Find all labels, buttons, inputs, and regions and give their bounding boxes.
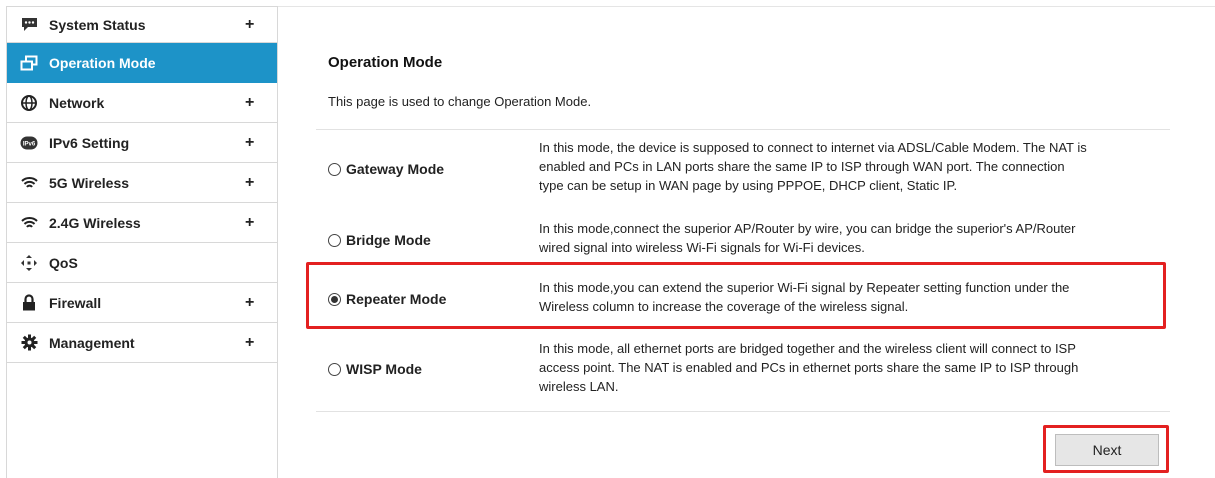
wisp-mode-radio[interactable]: WISP Mode bbox=[328, 361, 422, 377]
expand-plus-icon[interactable]: + bbox=[245, 174, 254, 192]
description-line: wired signal into wireless Wi-Fi signals… bbox=[539, 240, 865, 255]
gear-icon bbox=[20, 334, 38, 352]
page-title: Operation Mode bbox=[328, 54, 443, 71]
divider bbox=[316, 411, 1170, 412]
sidebar-item-label: IPv6 Setting bbox=[49, 134, 130, 151]
sidebar-item-firewall[interactable]: Firewall + bbox=[7, 283, 277, 323]
expand-plus-icon[interactable]: + bbox=[245, 134, 254, 152]
gateway-mode-description: In this mode, the device is supposed to … bbox=[539, 138, 1161, 195]
sidebar-item-label: QoS bbox=[49, 254, 78, 271]
arrows-icon bbox=[20, 254, 38, 272]
mode-label: Gateway Mode bbox=[346, 161, 445, 177]
sidebar-item-label: Management bbox=[49, 334, 135, 351]
repeater-highlight-box bbox=[306, 262, 1166, 329]
radio-button[interactable] bbox=[328, 362, 341, 376]
sidebar-item-network[interactable]: Network + bbox=[7, 83, 277, 123]
expand-plus-icon[interactable]: + bbox=[245, 214, 254, 232]
sidebar-item-qos[interactable]: QoS bbox=[7, 243, 277, 283]
page-description: This page is used to change Operation Mo… bbox=[328, 94, 592, 109]
mode-label: Bridge Mode bbox=[346, 232, 431, 248]
sidebar-item-operation-mode[interactable]: Operation Mode bbox=[7, 43, 277, 83]
radio-button[interactable] bbox=[328, 162, 341, 176]
gateway-mode-radio[interactable]: Gateway Mode bbox=[328, 161, 444, 177]
sidebar-item-label: Network bbox=[49, 94, 105, 111]
sidebar-item-label: System Status bbox=[49, 16, 146, 33]
lock-icon bbox=[20, 294, 38, 312]
sidebar-item-2-4g-wireless[interactable]: 2.4G Wireless + bbox=[7, 203, 277, 243]
wifi-icon bbox=[20, 214, 38, 232]
description-line: access point. The NAT is enabled and PCs… bbox=[539, 360, 1079, 375]
description-line: enabled and PCs in LAN ports share the s… bbox=[539, 159, 1065, 174]
sidebar-item-ipv6-setting[interactable]: IPv6 IPv6 Setting + bbox=[7, 123, 277, 163]
top-divider bbox=[278, 6, 1215, 7]
sidebar-item-management[interactable]: Management + bbox=[7, 323, 277, 363]
description-line: wireless LAN. bbox=[539, 379, 619, 394]
windows-icon bbox=[20, 54, 38, 72]
expand-plus-icon[interactable]: + bbox=[245, 16, 254, 34]
chat-bubble-icon bbox=[20, 16, 38, 34]
sidebar-menu: System Status + Operation Mode Network +… bbox=[6, 6, 278, 478]
radio-button[interactable] bbox=[328, 233, 341, 247]
wifi-icon bbox=[20, 174, 38, 192]
bridge-mode-description: In this mode,connect the superior AP/Rou… bbox=[539, 219, 1161, 257]
sidebar-item-label: 5G Wireless bbox=[49, 174, 130, 191]
description-line: type can be setup in WAN page by using P… bbox=[539, 178, 958, 193]
expand-plus-icon[interactable]: + bbox=[245, 94, 254, 112]
divider bbox=[316, 129, 1170, 130]
expand-plus-icon[interactable]: + bbox=[245, 294, 254, 312]
next-highlight-box bbox=[1043, 425, 1169, 473]
description-line: In this mode, the device is supposed to … bbox=[539, 140, 1087, 155]
description-line: In this mode,connect the superior AP/Rou… bbox=[539, 221, 1076, 236]
description-line: In this mode, all ethernet ports are bri… bbox=[539, 341, 1076, 356]
bridge-mode-radio[interactable]: Bridge Mode bbox=[328, 232, 431, 248]
mode-label: WISP Mode bbox=[346, 361, 422, 377]
sidebar-item-system-status[interactable]: System Status + bbox=[7, 7, 277, 43]
wisp-mode-description: In this mode, all ethernet ports are bri… bbox=[539, 339, 1161, 396]
expand-plus-icon[interactable]: + bbox=[245, 334, 254, 352]
sidebar-item-label: 2.4G Wireless bbox=[49, 214, 141, 231]
sidebar-item-label: Operation Mode bbox=[49, 54, 156, 71]
ipv6-icon: IPv6 bbox=[20, 134, 38, 152]
sidebar-item-label: Firewall bbox=[49, 294, 102, 311]
svg-text:IPv6: IPv6 bbox=[23, 141, 36, 147]
sidebar-item-5g-wireless[interactable]: 5G Wireless + bbox=[7, 163, 277, 203]
globe-icon bbox=[20, 94, 38, 112]
